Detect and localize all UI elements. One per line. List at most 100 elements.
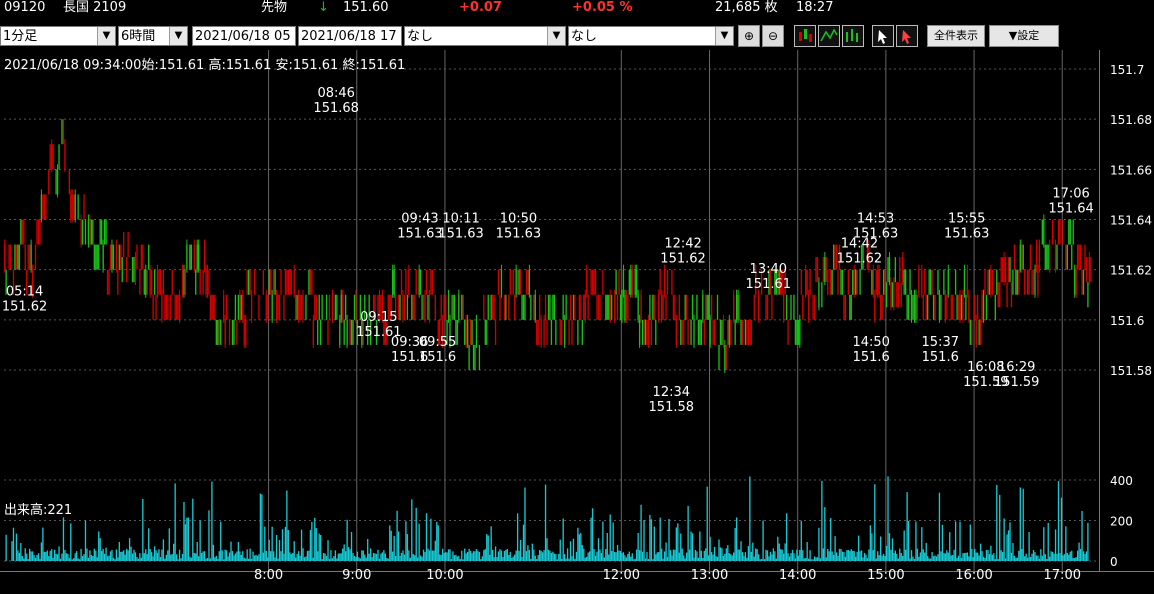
candle bbox=[713, 319, 716, 345]
show-all-button[interactable]: 全件表示 bbox=[927, 25, 985, 47]
candle bbox=[425, 269, 428, 295]
volume-bar bbox=[20, 542, 22, 561]
volume-bar bbox=[834, 536, 836, 561]
volume-bar bbox=[359, 558, 362, 561]
draw-trendline-button[interactable] bbox=[872, 25, 894, 47]
indicator2-select[interactable]: なし ▼ bbox=[568, 26, 734, 46]
volume-bar bbox=[255, 554, 257, 561]
symbol-name: 長国 2109 bbox=[63, 0, 127, 15]
zoom-in-button[interactable]: ⊕ bbox=[738, 25, 760, 47]
volume-bar bbox=[1051, 551, 1054, 561]
volume-bar bbox=[67, 553, 69, 561]
interval-select[interactable]: 1分足 ▼ bbox=[0, 26, 116, 46]
volume-bar bbox=[419, 555, 422, 561]
candle bbox=[212, 294, 215, 320]
candle bbox=[1046, 244, 1048, 270]
candle bbox=[1001, 257, 1004, 283]
candle bbox=[802, 294, 804, 320]
volume-bar bbox=[471, 553, 473, 561]
volume-bar bbox=[490, 526, 492, 561]
volume-total: 21,685 枚 bbox=[715, 0, 778, 15]
date-from-input[interactable]: 2021/06/18 05 bbox=[192, 26, 296, 46]
volume-bar bbox=[369, 548, 372, 561]
chevron-down-icon: ▼ bbox=[715, 27, 733, 45]
volume-bar bbox=[1034, 552, 1036, 561]
volume-bar bbox=[618, 550, 620, 561]
candle bbox=[847, 269, 849, 295]
volume-bar bbox=[109, 551, 112, 561]
volume-bar bbox=[283, 553, 285, 561]
volume-bar bbox=[706, 486, 708, 561]
candle bbox=[308, 269, 310, 295]
candle bbox=[907, 294, 910, 320]
time-tick-label: 9:00 bbox=[342, 568, 371, 583]
draw-marker-button[interactable] bbox=[896, 25, 918, 47]
volume-bar bbox=[1054, 529, 1057, 561]
volume-bar bbox=[627, 554, 629, 561]
volume-bar bbox=[893, 553, 895, 561]
volume-bar bbox=[1046, 558, 1048, 561]
candle bbox=[825, 257, 827, 283]
volume-bar bbox=[547, 549, 550, 561]
volume-bar bbox=[552, 551, 554, 561]
volume-bar bbox=[588, 551, 591, 561]
volume-bar bbox=[124, 554, 126, 561]
volume-bar bbox=[586, 556, 588, 561]
candle bbox=[859, 269, 861, 295]
line-chart-button[interactable] bbox=[818, 25, 840, 47]
volume-bar bbox=[277, 558, 279, 561]
candle bbox=[880, 294, 882, 320]
price-chart[interactable]: 151.7 151.68 151.66 151.64 151.62 151.6 151.58… bbox=[0, 50, 1154, 594]
volume-bar bbox=[145, 549, 147, 561]
volume-bar bbox=[139, 553, 141, 561]
volume-bar bbox=[133, 549, 135, 561]
volume-bar bbox=[919, 552, 922, 561]
volume-bar bbox=[966, 552, 969, 561]
volume-bar bbox=[727, 545, 729, 561]
indicator1-select[interactable]: なし ▼ bbox=[404, 26, 566, 46]
candle bbox=[719, 319, 722, 345]
volume-bar bbox=[902, 555, 904, 561]
volume-bar bbox=[940, 551, 942, 561]
candle bbox=[270, 269, 272, 295]
volume-bar bbox=[625, 557, 628, 561]
volume-bar bbox=[375, 553, 378, 561]
volume-bar bbox=[997, 559, 999, 561]
volume-bar bbox=[544, 484, 547, 561]
candle bbox=[315, 294, 317, 320]
candle bbox=[894, 257, 897, 283]
volume-bar bbox=[205, 558, 207, 561]
settings-button[interactable]: ▼設定 bbox=[989, 25, 1059, 47]
volume-bar bbox=[414, 555, 416, 561]
candle bbox=[49, 144, 51, 170]
line-chart-icon bbox=[820, 28, 838, 42]
candle bbox=[233, 319, 235, 345]
volume-bar bbox=[805, 558, 807, 561]
candle bbox=[971, 319, 973, 345]
candle bbox=[490, 294, 492, 320]
volume-bar bbox=[866, 558, 869, 561]
candle bbox=[727, 319, 729, 345]
span-select[interactable]: 6時間 ▼ bbox=[118, 26, 188, 46]
bar-chart-button[interactable] bbox=[842, 25, 864, 47]
volume-bar bbox=[663, 551, 666, 561]
volume-bar bbox=[881, 555, 883, 561]
volume-bar bbox=[693, 557, 695, 561]
volume-bar bbox=[453, 555, 456, 561]
volume-bar bbox=[193, 552, 195, 561]
zoom-out-button[interactable]: ⊖ bbox=[762, 25, 784, 47]
candlestick-chart-button[interactable] bbox=[794, 25, 816, 47]
candle bbox=[514, 294, 516, 320]
candle bbox=[641, 319, 644, 345]
volume-bar bbox=[622, 552, 625, 561]
volume-bar bbox=[521, 556, 523, 561]
volume-bar bbox=[106, 556, 109, 561]
volume-bar bbox=[709, 536, 711, 561]
candle bbox=[785, 294, 788, 320]
date-to-input[interactable]: 2021/06/18 17 bbox=[298, 26, 402, 46]
volume-bar bbox=[361, 550, 363, 561]
candle bbox=[577, 319, 579, 345]
volume-bar bbox=[23, 558, 25, 561]
volume-bar bbox=[577, 527, 579, 561]
volume-bar bbox=[1068, 554, 1070, 561]
